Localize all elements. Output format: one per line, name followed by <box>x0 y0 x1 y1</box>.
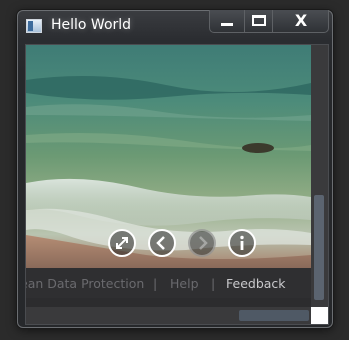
info-button[interactable] <box>228 229 256 257</box>
footer-separator: | <box>153 276 158 291</box>
chevron-left-icon <box>156 236 165 250</box>
vertical-scroll-thumb[interactable] <box>314 195 324 300</box>
title-bar[interactable]: Hello World X <box>18 10 332 43</box>
feedback-link[interactable]: Feedback <box>226 276 286 291</box>
horizontal-scroll-thumb[interactable] <box>239 310 309 321</box>
maximize-button[interactable] <box>244 10 272 32</box>
footer-bar: ean Data Protection | Help | Feedback <box>26 268 311 298</box>
caption-buttons: X <box>209 10 329 33</box>
app-window: Hello World X ean Data Protection | Help… <box>17 10 333 328</box>
close-button[interactable]: X <box>272 10 328 32</box>
next-button[interactable] <box>188 229 216 257</box>
footer-separator: | <box>211 276 216 291</box>
data-protection-link[interactable]: ean Data Protection <box>26 276 144 291</box>
viewer-controls <box>108 229 256 257</box>
window-app-icon[interactable] <box>26 19 42 33</box>
maximize-icon <box>252 15 266 26</box>
photo-image <box>26 45 311 268</box>
fullscreen-button[interactable] <box>108 229 136 257</box>
close-icon: X <box>294 11 308 30</box>
previous-button[interactable] <box>148 229 176 257</box>
expand-icon <box>116 237 128 249</box>
minimize-button[interactable] <box>210 10 244 32</box>
info-icon <box>240 235 244 250</box>
content-area: ean Data Protection | Help | Feedback <box>25 44 329 325</box>
vertical-scrollbar[interactable] <box>311 45 328 307</box>
scrollbar-corner <box>311 307 328 324</box>
window-title: Hello World <box>51 17 132 33</box>
minimize-icon <box>221 23 233 26</box>
chevron-right-icon <box>199 236 208 250</box>
horizontal-scrollbar[interactable] <box>26 307 311 324</box>
help-link[interactable]: Help <box>170 276 199 291</box>
